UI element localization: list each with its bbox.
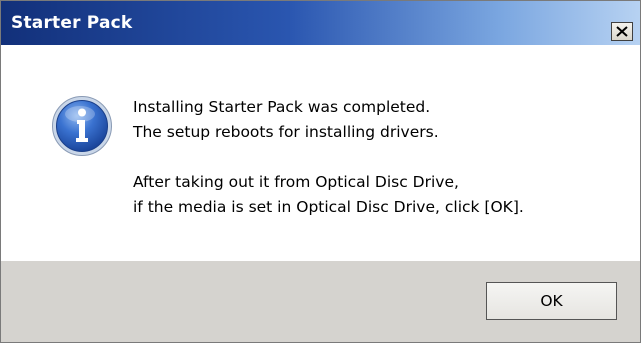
message-line: The setup reboots for installing drivers… <box>133 123 439 141</box>
ok-button[interactable]: OK <box>486 282 617 320</box>
dialog-content: Installing Starter Pack was completed. T… <box>1 45 640 261</box>
button-bar: OK <box>1 261 640 342</box>
message-line: if the media is set in Optical Disc Driv… <box>133 198 524 216</box>
information-icon <box>52 96 112 156</box>
close-x-icon <box>616 26 628 37</box>
window-title: Starter Pack <box>11 13 133 33</box>
message-text-secondary: After taking out it from Optical Disc Dr… <box>133 170 524 220</box>
message-line: After taking out it from Optical Disc Dr… <box>133 173 459 191</box>
message-text-primary: Installing Starter Pack was completed. T… <box>133 95 439 145</box>
close-button[interactable] <box>611 22 633 41</box>
message-line: Installing Starter Pack was completed. <box>133 98 431 116</box>
title-bar[interactable]: Starter Pack <box>1 1 640 45</box>
message-dialog: Starter Pack Installing Starter Pack was… <box>0 0 641 343</box>
